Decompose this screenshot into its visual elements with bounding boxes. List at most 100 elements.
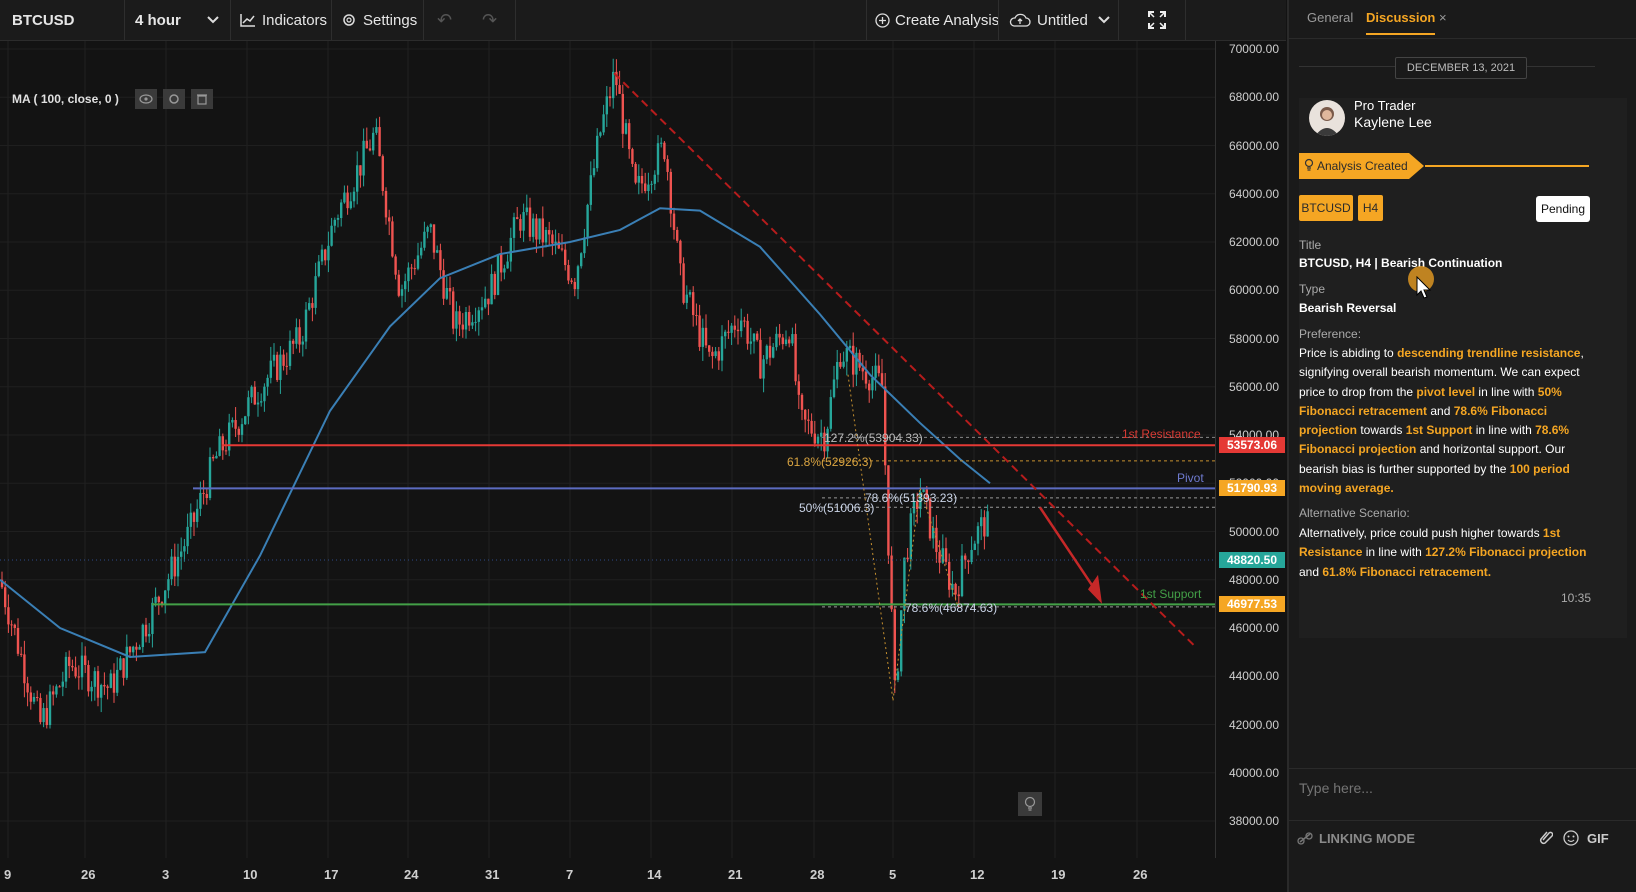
timeframe-select[interactable]: 4 hour — [135, 0, 181, 40]
candle-body — [132, 646, 135, 653]
candle-body — [896, 671, 900, 680]
price-tick-label: 46000.00 — [1228, 621, 1279, 635]
attachment-icon[interactable] — [1539, 830, 1554, 851]
toolbar-divider — [331, 0, 332, 40]
body-text: Alternatively, price could push higher t… — [1299, 526, 1543, 540]
candle-body — [490, 273, 493, 305]
candle-body — [576, 266, 580, 290]
candle-body — [656, 143, 660, 175]
candle-body — [519, 219, 522, 231]
layout-menu-button[interactable]: Untitled — [1009, 0, 1110, 40]
message-input[interactable] — [1297, 773, 1621, 803]
tab-general[interactable]: General — [1307, 10, 1353, 25]
lightbulb-icon[interactable] — [1018, 792, 1042, 816]
linking-mode-label[interactable]: LINKING MODE — [1319, 831, 1415, 846]
alternative-label: Alternative Scenario: — [1299, 506, 1410, 520]
support-label: 1st Support — [1140, 587, 1202, 601]
undo-icon[interactable]: ↶ — [437, 0, 452, 40]
candle-body — [935, 527, 938, 553]
fullscreen-icon[interactable] — [1147, 0, 1167, 40]
candle-body — [208, 457, 212, 499]
candle-body — [39, 697, 42, 723]
projection-arrow[interactable] — [1038, 506, 1100, 595]
candle-body — [852, 345, 855, 375]
candle-body — [87, 664, 90, 692]
candle-body — [304, 309, 308, 342]
candle-body — [381, 156, 384, 191]
candle-body — [512, 217, 516, 238]
title-value: BTCUSD, H4 | Bearish Continuation — [1299, 256, 1503, 270]
tab-discussion[interactable]: Discussion — [1366, 10, 1436, 35]
create-analysis-button[interactable]: Create Analysis — [875, 0, 999, 40]
candle-body — [288, 340, 292, 366]
candle-body — [724, 331, 727, 337]
settings-button[interactable]: Settings — [341, 0, 417, 40]
candle-body — [20, 653, 23, 655]
candle-body — [589, 175, 592, 205]
candle-body — [461, 324, 464, 330]
candle-body — [84, 655, 87, 665]
price-tick-label: 66000.00 — [1228, 138, 1279, 153]
indicators-button[interactable]: Indicators — [240, 0, 327, 40]
candle-body — [948, 561, 951, 590]
candle-body — [692, 292, 695, 316]
candle-body — [7, 607, 10, 625]
eye-icon[interactable] — [134, 89, 157, 109]
link-icon[interactable] — [1297, 832, 1313, 851]
date-axis[interactable]: 9 26 3 10 17 24 31 7 14 21 28 5 12 19 26 — [0, 858, 1215, 892]
message-input-area — [1289, 768, 1636, 809]
title-label: Title — [1299, 238, 1322, 252]
candle-body — [250, 386, 253, 398]
candle-body — [375, 127, 378, 133]
price-axis[interactable]: 70000.00 68000.00 66000.00 64000.00 62000.00… — [1215, 41, 1287, 858]
candle-body — [634, 163, 637, 183]
status-badge: Pending — [1536, 196, 1590, 222]
author-name: Kaylene Lee — [1354, 114, 1432, 130]
fib-label-786-top: 78.6%(51393.23) — [865, 491, 958, 505]
candle-body — [938, 552, 941, 563]
candle-body — [240, 424, 244, 435]
candle-body — [554, 241, 557, 244]
price-tick-label: 60000.00 — [1228, 283, 1279, 298]
candle-body — [813, 433, 816, 444]
candle-body — [800, 394, 804, 410]
candle-body — [436, 250, 439, 253]
candle-body — [279, 354, 282, 380]
trash-icon[interactable] — [190, 89, 213, 109]
candle-body — [349, 201, 352, 209]
banner-line — [1425, 165, 1589, 167]
chart-canvas[interactable] — [0, 41, 1215, 858]
close-tab-icon[interactable]: × — [1439, 10, 1447, 25]
candle-body — [157, 596, 160, 603]
candle-body — [36, 696, 39, 698]
candle-body — [983, 517, 986, 537]
chevron-down-icon[interactable] — [207, 0, 219, 40]
redo-icon[interactable]: ↷ — [482, 0, 497, 40]
price-tick-label: 48000.00 — [1228, 572, 1279, 587]
candle-body — [845, 348, 848, 362]
candle-body — [23, 654, 26, 684]
chart-toolbar: BTCUSD 4 hour Indicators Settings ↶ ↷ Cr… — [0, 0, 1286, 41]
candle-body — [567, 265, 570, 281]
toolbar-divider — [423, 0, 424, 40]
candle-body — [333, 219, 336, 226]
candle-body — [154, 596, 157, 603]
gear-icon[interactable] — [162, 89, 185, 109]
candle-body — [48, 691, 52, 726]
avatar[interactable] — [1309, 100, 1345, 136]
candle-body — [541, 218, 544, 243]
candle-body — [52, 691, 55, 695]
price-chart[interactable]: 127.2%(53904.33) 61.8%(52926.3) 78.6%(51… — [0, 41, 1288, 858]
gif-button[interactable]: GIF — [1587, 831, 1609, 846]
candle-body — [189, 512, 192, 527]
candle-body — [340, 202, 343, 218]
candle-body — [688, 292, 692, 295]
candle-body — [954, 583, 957, 595]
candle-body — [103, 684, 106, 687]
indicator-legend: MA ( 100, close, 0 ) — [12, 88, 213, 110]
candle-body — [26, 683, 29, 693]
emoji-icon[interactable] — [1563, 830, 1579, 851]
candle-body — [429, 224, 432, 228]
current-price-tag: 48820.50 — [1219, 551, 1285, 568]
symbol-label[interactable]: BTCUSD — [12, 0, 75, 40]
